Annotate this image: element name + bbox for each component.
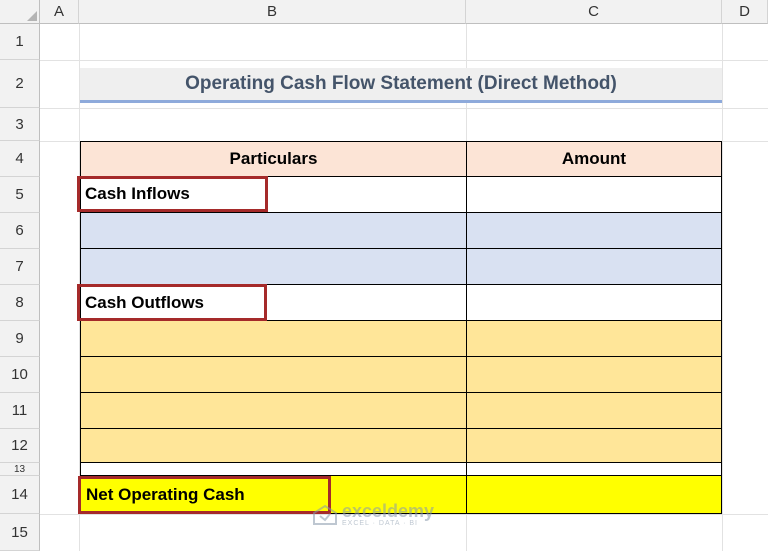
- gridline: [40, 60, 768, 61]
- inflow-amount-cell[interactable]: [467, 213, 722, 249]
- exceldemy-logo-icon: [313, 504, 337, 525]
- amount-header[interactable]: Amount: [467, 142, 722, 177]
- column-header-b[interactable]: B: [79, 0, 466, 24]
- row-header-12[interactable]: 12: [0, 429, 40, 463]
- row-header-7[interactable]: 7: [0, 249, 40, 285]
- page-title[interactable]: Operating Cash Flow Statement (Direct Me…: [80, 68, 722, 103]
- outflow-amount-cell[interactable]: [467, 429, 722, 463]
- inflow-amount-cell[interactable]: [467, 249, 722, 285]
- column-header-a[interactable]: A: [40, 0, 79, 24]
- row-header-10[interactable]: 10: [0, 357, 40, 393]
- net-operating-cash-label: Net Operating Cash: [78, 476, 331, 514]
- row-header-14[interactable]: 14: [0, 476, 40, 514]
- outflow-particular-cell[interactable]: [81, 393, 467, 429]
- row-header-5[interactable]: 5: [0, 177, 40, 213]
- row-header-13[interactable]: 13: [0, 463, 40, 476]
- outflow-particular-cell[interactable]: [81, 429, 467, 463]
- row-header-8[interactable]: 8: [0, 285, 40, 321]
- outflow-amount-cell[interactable]: [467, 321, 722, 357]
- cash-inflows-amount-cell[interactable]: [467, 177, 722, 213]
- spacer-cell[interactable]: [467, 463, 722, 476]
- outflow-amount-cell[interactable]: [467, 357, 722, 393]
- inflow-particular-cell[interactable]: [81, 213, 467, 249]
- select-all-triangle-icon: [27, 11, 37, 21]
- net-operating-cash-amount-cell[interactable]: [467, 476, 722, 514]
- particulars-header[interactable]: Particulars: [81, 142, 467, 177]
- gridline: [722, 24, 723, 551]
- row-header-11[interactable]: 11: [0, 393, 40, 429]
- outflow-particular-cell[interactable]: [81, 357, 467, 393]
- watermark-name: exceldemy: [342, 501, 435, 521]
- inflow-particular-cell[interactable]: [81, 249, 467, 285]
- row-header-1[interactable]: 1: [0, 24, 40, 60]
- outflow-particular-cell[interactable]: [81, 321, 467, 357]
- cash-inflows-label: Cash Inflows: [77, 176, 268, 212]
- spacer-cell[interactable]: [81, 463, 467, 476]
- gridline: [40, 108, 768, 109]
- watermark-tagline: EXCEL · DATA · BI: [342, 520, 418, 527]
- row-header-4[interactable]: 4: [0, 141, 40, 177]
- outflow-amount-cell[interactable]: [467, 393, 722, 429]
- row-header-3[interactable]: 3: [0, 108, 40, 141]
- row-header-2[interactable]: 2: [0, 60, 40, 108]
- exceldemy-watermark: exceldemy EXCEL · DATA · BI: [312, 502, 434, 527]
- cash-outflows-label: Cash Outflows: [77, 284, 267, 321]
- column-header-c[interactable]: C: [466, 0, 722, 24]
- cash-outflows-amount-cell[interactable]: [467, 285, 722, 321]
- row-header-6[interactable]: 6: [0, 213, 40, 249]
- column-header-d[interactable]: D: [722, 0, 768, 24]
- row-header-9[interactable]: 9: [0, 321, 40, 357]
- row-header-15[interactable]: 15: [0, 514, 40, 551]
